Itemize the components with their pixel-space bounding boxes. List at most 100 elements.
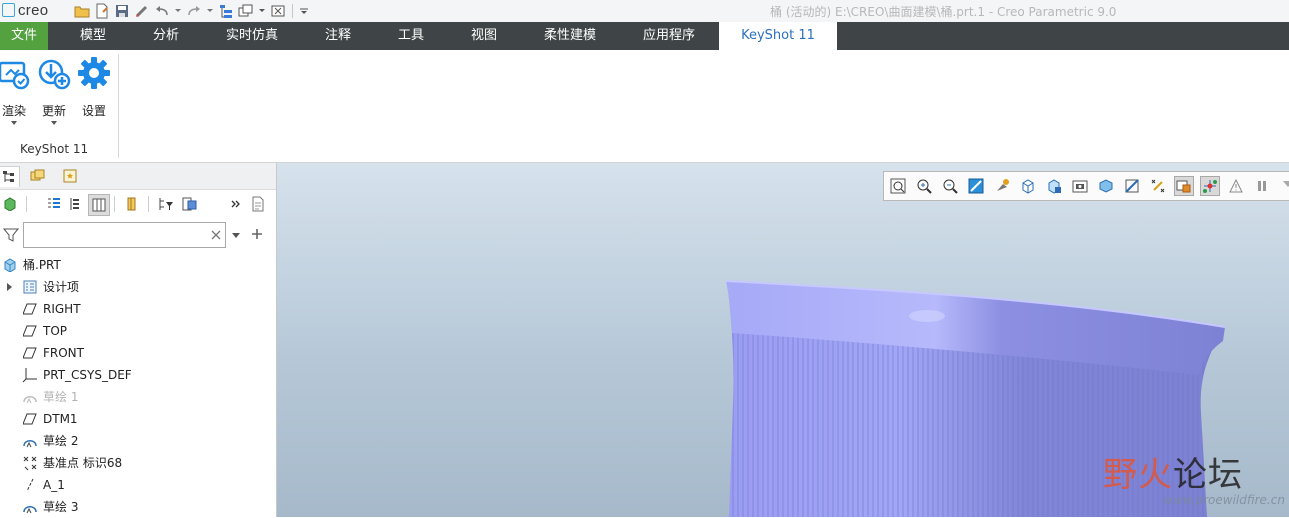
- details-icon[interactable]: [248, 194, 268, 214]
- tree-node-right[interactable]: RIGHT: [22, 298, 81, 320]
- datum-plane-icon: [22, 323, 38, 339]
- watermark: 野火论坛 www.proewildfire.cn: [1103, 447, 1289, 517]
- expand-arrow-icon[interactable]: [6, 282, 14, 292]
- tab-tools[interactable]: 工具: [375, 22, 447, 50]
- chevron-down-icon[interactable]: [258, 3, 266, 19]
- repaint-icon[interactable]: [966, 176, 986, 196]
- tree-node-sketch-3[interactable]: 草绘 3: [22, 496, 78, 518]
- windows-icon[interactable]: [238, 3, 254, 19]
- tree-node-design-items[interactable]: 设计项: [6, 276, 79, 298]
- warning-icon[interactable]: [1226, 176, 1246, 196]
- settings-label: 设置: [81, 104, 106, 118]
- tab-file[interactable]: 文件: [0, 22, 48, 50]
- more-tools-icon[interactable]: [226, 194, 246, 214]
- tree-node-sketch-1[interactable]: 草绘 1: [22, 386, 78, 408]
- saved-orientations-icon[interactable]: [1018, 176, 1038, 196]
- tree-node-datum-point[interactable]: 基准点 标识68: [22, 452, 122, 474]
- zoom-out-icon[interactable]: [940, 176, 960, 196]
- display-style-icon[interactable]: [1096, 176, 1116, 196]
- filter-icon[interactable]: [3, 227, 19, 243]
- ribbon: 渲染 更新 设置 KeyShot 11: [0, 50, 1289, 163]
- watermark-text-a: 野火: [1103, 455, 1173, 495]
- zoom-in-icon[interactable]: [914, 176, 934, 196]
- tree-node-label: 设计项: [43, 280, 80, 294]
- expand-tree-icon[interactable]: [44, 194, 64, 214]
- render-label: 渲染: [1, 104, 26, 118]
- model-tree-panel: 桶.PRT 设计项 RIGHT TOP FRONT PRT_CSYS_DEF 草…: [0, 163, 277, 517]
- new-file-icon[interactable]: [94, 3, 110, 19]
- save-icon[interactable]: [114, 3, 130, 19]
- close-window-icon[interactable]: [270, 3, 286, 19]
- settings-button[interactable]: 设置: [76, 56, 112, 136]
- tab-model-tree[interactable]: [0, 166, 20, 187]
- regenerate-icon[interactable]: [134, 3, 150, 19]
- annotation-display-icon[interactable]: [1174, 176, 1194, 196]
- chevron-down-icon[interactable]: [232, 233, 240, 238]
- tab-keyshot[interactable]: KeyShot 11: [719, 22, 837, 50]
- tree-node-sketch-2[interactable]: 草绘 2: [22, 430, 78, 452]
- more-tools-icon[interactable]: [1278, 176, 1289, 196]
- model-tree-icon: [3, 171, 14, 182]
- tab-applications[interactable]: 应用程序: [628, 22, 710, 50]
- tree-columns-icon[interactable]: [88, 194, 110, 216]
- tab-annotate[interactable]: 注释: [302, 22, 374, 50]
- chevron-down-icon[interactable]: [206, 3, 214, 19]
- customize-toolbar-icon[interactable]: [299, 3, 309, 19]
- datum-point-icon: [22, 455, 38, 471]
- tree-node-axis[interactable]: A_1: [22, 474, 65, 496]
- chevron-down-icon[interactable]: [174, 3, 182, 19]
- logo-text: creo: [18, 1, 49, 19]
- tree-node-dtm1[interactable]: DTM1: [22, 408, 78, 430]
- add-icon[interactable]: [251, 228, 263, 240]
- graphics-viewport[interactable]: 野火论坛 www.proewildfire.cn: [277, 163, 1289, 517]
- section-view-icon[interactable]: [1122, 176, 1142, 196]
- redo-icon[interactable]: [186, 3, 202, 19]
- tree-node-part[interactable]: 桶.PRT: [2, 254, 61, 276]
- tree-node-csys[interactable]: PRT_CSYS_DEF: [22, 364, 132, 386]
- tree-filter-icon[interactable]: [156, 194, 176, 214]
- tab-live-simulation[interactable]: 实时仿真: [212, 22, 292, 50]
- sketch-icon: [22, 433, 38, 449]
- tab-view[interactable]: 视图: [448, 22, 520, 50]
- spin-center-icon[interactable]: [1200, 176, 1220, 196]
- separator: [114, 196, 115, 212]
- tree-search-input[interactable]: [23, 222, 226, 248]
- tab-flexible-modeling[interactable]: 柔性建模: [527, 22, 613, 50]
- regenerate-tree-icon[interactable]: [218, 3, 234, 19]
- refit-icon[interactable]: [888, 176, 908, 196]
- pause-icon[interactable]: [1252, 176, 1272, 196]
- view-manager-icon[interactable]: [1044, 176, 1064, 196]
- tree-node-label: RIGHT: [43, 302, 81, 316]
- tree-node-label: A_1: [43, 478, 65, 492]
- tab-analysis[interactable]: 分析: [130, 22, 202, 50]
- chevron-down-icon[interactable]: [11, 121, 17, 125]
- tree-settings-icon[interactable]: [180, 194, 200, 214]
- layers-icon[interactable]: [122, 194, 142, 214]
- gear-icon: [78, 57, 110, 89]
- render-button[interactable]: 渲染: [0, 56, 32, 136]
- separator: [26, 196, 27, 212]
- show-icon[interactable]: [0, 194, 20, 214]
- tab-favorites[interactable]: [60, 166, 80, 186]
- graphics-toolbar: [883, 171, 1289, 201]
- perspective-view-icon[interactable]: [1070, 176, 1090, 196]
- datum-display-filters-icon[interactable]: [1148, 176, 1168, 196]
- undo-icon[interactable]: [154, 3, 170, 19]
- csys-icon: [22, 367, 38, 383]
- datum-plane-icon: [22, 301, 38, 317]
- open-folder-icon[interactable]: [74, 3, 90, 19]
- tree-node-label: 基准点 标识68: [43, 456, 123, 470]
- tree-node-top[interactable]: TOP: [22, 320, 67, 342]
- tab-model[interactable]: 模型: [56, 22, 130, 50]
- update-button[interactable]: 更新: [36, 56, 72, 136]
- collapse-tree-icon[interactable]: [64, 194, 84, 214]
- tab-folder-browser[interactable]: [28, 166, 48, 186]
- clear-icon[interactable]: [211, 230, 221, 240]
- datum-plane-icon: [22, 411, 38, 427]
- reorient-icon[interactable]: [992, 176, 1012, 196]
- tree-node-front[interactable]: FRONT: [22, 342, 84, 364]
- model-tree-toolbar: [0, 192, 276, 218]
- chevron-down-icon[interactable]: [51, 121, 57, 125]
- watermark-text-b: 论坛: [1173, 455, 1243, 495]
- tree-filter-row: [0, 221, 276, 249]
